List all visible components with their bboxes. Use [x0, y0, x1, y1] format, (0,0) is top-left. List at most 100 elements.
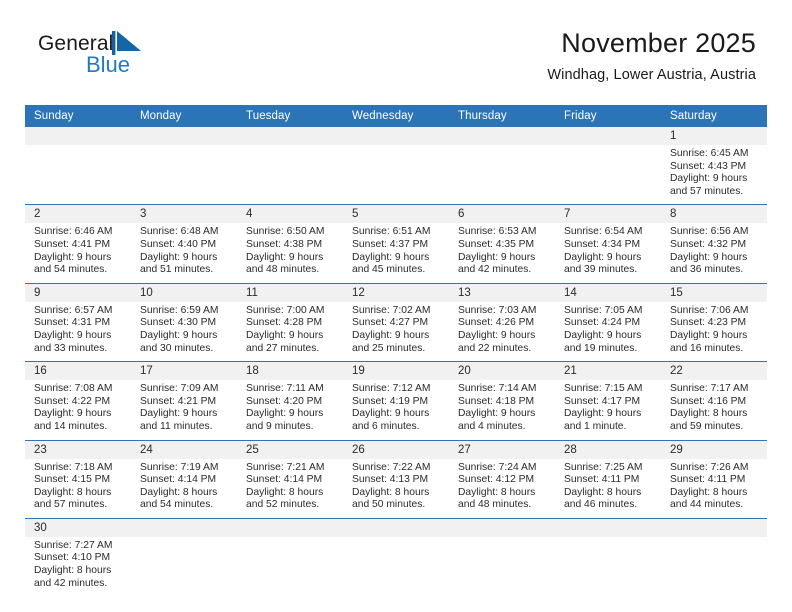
calendar-day-cell[interactable]: 20 Sunrise: 7:14 AM Sunset: 4:18 PM Dayligh… — [449, 361, 555, 440]
day-number — [131, 518, 237, 537]
calendar-day-cell[interactable]: 21 Sunrise: 7:15 AM Sunset: 4:17 PM Dayligh… — [555, 361, 661, 440]
calendar-day-cell[interactable]: 4 Sunrise: 6:50 AM Sunset: 4:38 PM Daylight… — [237, 204, 343, 284]
day-number — [343, 518, 449, 537]
calendar-day-cell[interactable]: 8 Sunrise: 6:56 AM Sunset: 4:32 PM Daylight… — [661, 204, 767, 284]
day-details: Sunrise: 7:08 AM Sunset: 4:22 PM Daylight:… — [25, 380, 131, 439]
calendar-day-cell[interactable]: 28 Sunrise: 7:25 AM Sunset: 4:11 PM Dayligh… — [555, 439, 661, 519]
sunset-text: Sunset: 4:37 PM — [352, 238, 429, 250]
daylight-text-line1: Daylight: 9 hours — [352, 408, 430, 420]
calendar-day-cell[interactable]: 19 Sunrise: 7:12 AM Sunset: 4:19 PM Dayligh… — [343, 361, 449, 440]
day-details: Sunrise: 6:45 AM Sunset: 4:43 PM Daylight:… — [661, 145, 767, 204]
sunset-text: Sunset: 4:16 PM — [670, 395, 747, 407]
day-details — [343, 537, 449, 589]
day-details: Sunrise: 7:24 AM Sunset: 4:12 PM Daylight:… — [449, 459, 555, 518]
day-details: Sunrise: 7:25 AM Sunset: 4:11 PM Daylight:… — [555, 459, 661, 518]
day-number: 26 — [343, 440, 449, 459]
day-details: Sunrise: 7:19 AM Sunset: 4:14 PM Daylight:… — [131, 459, 237, 518]
sunrise-text: Sunrise: 7:19 AM — [140, 461, 219, 473]
calendar-day-cell[interactable]: 14 Sunrise: 7:05 AM Sunset: 4:24 PM Dayligh… — [555, 282, 661, 362]
daylight-text-line2: and 25 minutes. — [352, 342, 426, 354]
daylight-text-line2: and 59 minutes. — [670, 420, 744, 432]
day-number — [25, 127, 131, 145]
daylight-text-line1: Daylight: 8 hours — [352, 486, 430, 498]
day-details — [131, 537, 237, 589]
sunrise-text: Sunrise: 6:50 AM — [246, 226, 325, 238]
calendar-day-cell[interactable]: 18 Sunrise: 7:11 AM Sunset: 4:20 PM Dayligh… — [237, 361, 343, 440]
calendar-day-cell[interactable]: 23 Sunrise: 7:18 AM Sunset: 4:15 PM Dayligh… — [25, 439, 131, 519]
day-details — [131, 145, 237, 197]
daylight-text-line2: and 50 minutes. — [352, 499, 426, 511]
calendar-day-cell[interactable]: 22 Sunrise: 7:17 AM Sunset: 4:16 PM Dayligh… — [661, 361, 767, 440]
sunrise-text: Sunrise: 7:27 AM — [34, 539, 113, 551]
daylight-text-line2: and 45 minutes. — [352, 264, 426, 276]
calendar-day-cell[interactable]: 15 Sunrise: 7:06 AM Sunset: 4:23 PM Dayligh… — [661, 282, 767, 362]
calendar-day-cell[interactable]: 10 Sunrise: 6:59 AM Sunset: 4:30 PM Dayligh… — [131, 282, 237, 362]
daylight-text-line1: Daylight: 8 hours — [458, 486, 536, 498]
day-details: Sunrise: 6:54 AM Sunset: 4:34 PM Daylight:… — [555, 223, 661, 282]
sunset-text: Sunset: 4:10 PM — [34, 552, 111, 564]
daylight-text-line1: Daylight: 9 hours — [670, 251, 748, 263]
sunrise-text: Sunrise: 6:45 AM — [670, 148, 749, 159]
calendar-day-cell[interactable]: 24 Sunrise: 7:19 AM Sunset: 4:14 PM Dayligh… — [131, 439, 237, 519]
daylight-text-line1: Daylight: 9 hours — [140, 408, 218, 420]
daylight-text-line2: and 27 minutes. — [246, 342, 320, 354]
sunrise-text: Sunrise: 6:51 AM — [352, 226, 431, 238]
calendar-day-cell[interactable]: 2 Sunrise: 6:46 AM Sunset: 4:41 PM Daylight… — [25, 204, 131, 284]
daylight-text-line2: and 46 minutes. — [564, 499, 638, 511]
calendar-day-cell[interactable]: 12 Sunrise: 7:02 AM Sunset: 4:27 PM Dayligh… — [343, 282, 449, 362]
daylight-text-line1: Daylight: 9 hours — [352, 251, 430, 263]
daylight-text-line1: Daylight: 9 hours — [34, 408, 112, 420]
daylight-text-line2: and 30 minutes. — [140, 342, 214, 354]
day-number — [449, 127, 555, 145]
daylight-text-line2: and 6 minutes. — [352, 420, 420, 432]
day-number: 24 — [131, 440, 237, 459]
day-details: Sunrise: 7:03 AM Sunset: 4:26 PM Daylight:… — [449, 302, 555, 361]
calendar-day-cell[interactable]: 5 Sunrise: 6:51 AM Sunset: 4:37 PM Daylight… — [343, 204, 449, 284]
day-details — [449, 145, 555, 197]
calendar-day-cell[interactable]: 9 Sunrise: 6:57 AM Sunset: 4:31 PM Daylight… — [25, 282, 131, 362]
calendar-day-cell[interactable]: 17 Sunrise: 7:09 AM Sunset: 4:21 PM Dayligh… — [131, 361, 237, 440]
calendar-day-cell[interactable]: 1 Sunrise: 6:45 AM Sunset: 4:43 PM Daylight… — [661, 127, 767, 205]
calendar-day-cell[interactable]: 3 Sunrise: 6:48 AM Sunset: 4:40 PM Daylight… — [131, 204, 237, 284]
day-number: 1 — [661, 127, 767, 145]
day-number: 6 — [449, 205, 555, 224]
calendar-day-cell[interactable]: 7 Sunrise: 6:54 AM Sunset: 4:34 PM Daylight… — [555, 204, 661, 284]
daylight-text-line2: and 54 minutes. — [140, 499, 214, 511]
day-number: 19 — [343, 362, 449, 381]
calendar-day-cell[interactable]: 6 Sunrise: 6:53 AM Sunset: 4:35 PM Daylight… — [449, 204, 555, 284]
calendar-day-cell[interactable]: 29 Sunrise: 7:26 AM Sunset: 4:11 PM Dayligh… — [661, 439, 767, 519]
daylight-text-line1: Daylight: 9 hours — [458, 329, 536, 341]
day-number — [449, 518, 555, 537]
sunrise-text: Sunrise: 7:24 AM — [458, 461, 537, 473]
day-details: Sunrise: 7:17 AM Sunset: 4:16 PM Daylight:… — [661, 380, 767, 439]
calendar-day-cell[interactable]: 16 Sunrise: 7:08 AM Sunset: 4:22 PM Dayligh… — [25, 361, 131, 440]
calendar-day-cell-empty — [343, 127, 449, 205]
weekday-header-saturday: Saturday — [661, 105, 767, 127]
daylight-text-line2: and 9 minutes. — [246, 420, 314, 432]
day-number: 20 — [449, 362, 555, 381]
sunset-text: Sunset: 4:20 PM — [246, 395, 323, 407]
calendar-day-cell[interactable]: 13 Sunrise: 7:03 AM Sunset: 4:26 PM Dayligh… — [449, 282, 555, 362]
calendar-day-cell[interactable]: 11 Sunrise: 7:00 AM Sunset: 4:28 PM Dayligh… — [237, 282, 343, 362]
calendar-day-cell[interactable]: 27 Sunrise: 7:24 AM Sunset: 4:12 PM Dayligh… — [449, 439, 555, 519]
daylight-text-line2: and 4 minutes. — [458, 420, 526, 432]
sunset-text: Sunset: 4:35 PM — [458, 238, 535, 250]
calendar-day-cell[interactable]: 26 Sunrise: 7:22 AM Sunset: 4:13 PM Dayligh… — [343, 439, 449, 519]
daylight-text-line1: Daylight: 8 hours — [34, 565, 112, 577]
daylight-text-line2: and 22 minutes. — [458, 342, 532, 354]
weekday-header-sunday: Sunday — [25, 105, 131, 127]
calendar-day-cell[interactable]: 30 Sunrise: 7:27 AM Sunset: 4:10 PM Dayligh… — [25, 517, 131, 597]
day-number: 9 — [25, 283, 131, 302]
brand-logo[interactable]: General Blue — [30, 26, 160, 82]
day-details: Sunrise: 7:27 AM Sunset: 4:10 PM Daylight:… — [25, 537, 131, 596]
sunset-text: Sunset: 4:11 PM — [670, 474, 746, 486]
sunrise-text: Sunrise: 7:09 AM — [140, 383, 219, 395]
title-block: November 2025 Windhag, Lower Austria, Au… — [547, 26, 756, 83]
calendar-day-cell[interactable]: 25 Sunrise: 7:21 AM Sunset: 4:14 PM Dayligh… — [237, 439, 343, 519]
sunrise-text: Sunrise: 7:25 AM — [564, 461, 643, 473]
calendar-day-cell-empty — [131, 517, 237, 597]
sunrise-text: Sunrise: 7:02 AM — [352, 304, 431, 316]
sunrise-text: Sunrise: 7:03 AM — [458, 304, 537, 316]
sunset-text: Sunset: 4:17 PM — [564, 395, 641, 407]
day-number: 7 — [555, 205, 661, 224]
